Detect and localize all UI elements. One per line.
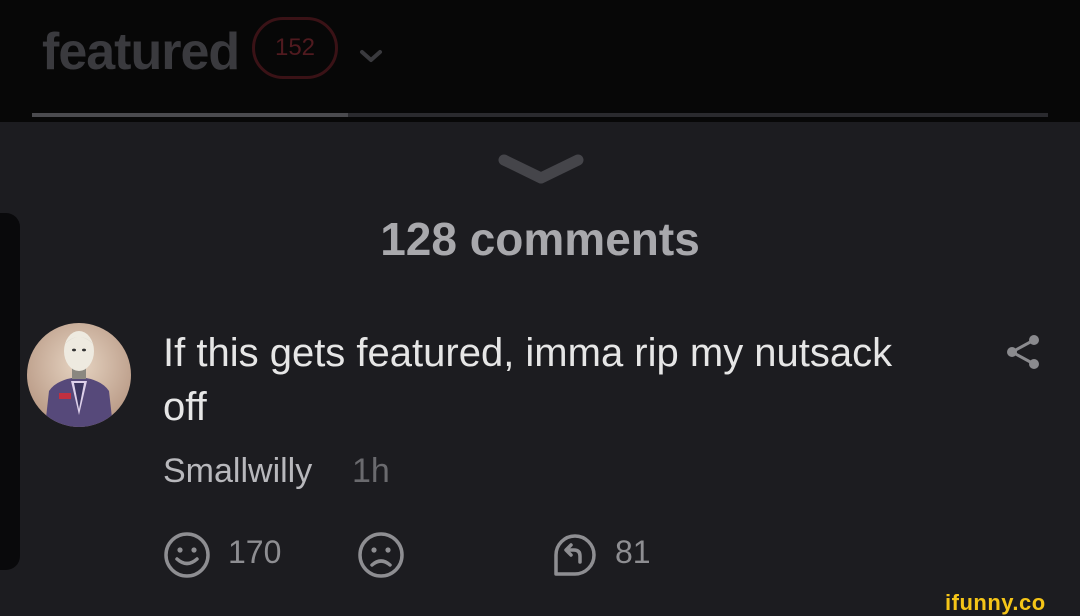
comments-count-title: 128 comments — [380, 213, 700, 265]
side-panel-edge — [0, 213, 20, 570]
top-bar: featured 152 — [0, 0, 1080, 122]
chevron-down-icon[interactable] — [358, 48, 384, 64]
share-icon[interactable] — [1004, 334, 1042, 370]
reply-icon[interactable] — [550, 530, 600, 580]
chevron-down-icon[interactable] — [496, 152, 586, 186]
avatar[interactable] — [27, 323, 131, 427]
smile-count: 170 — [228, 534, 282, 570]
smile-icon[interactable] — [162, 530, 212, 580]
reply-count: 81 — [615, 534, 651, 570]
feed-count-badge: 152 — [252, 17, 338, 79]
comment-text: If this gets featured, imma rip my nutsa… — [163, 331, 893, 429]
watermark-logo: ifunny.co — [945, 590, 1046, 615]
tab-indicator-active — [32, 113, 348, 117]
comment-time: 1h — [352, 452, 390, 490]
feed-title[interactable]: featured — [42, 22, 240, 82]
comment-author[interactable]: Smallwilly — [163, 452, 312, 491]
frown-icon[interactable] — [356, 530, 406, 580]
